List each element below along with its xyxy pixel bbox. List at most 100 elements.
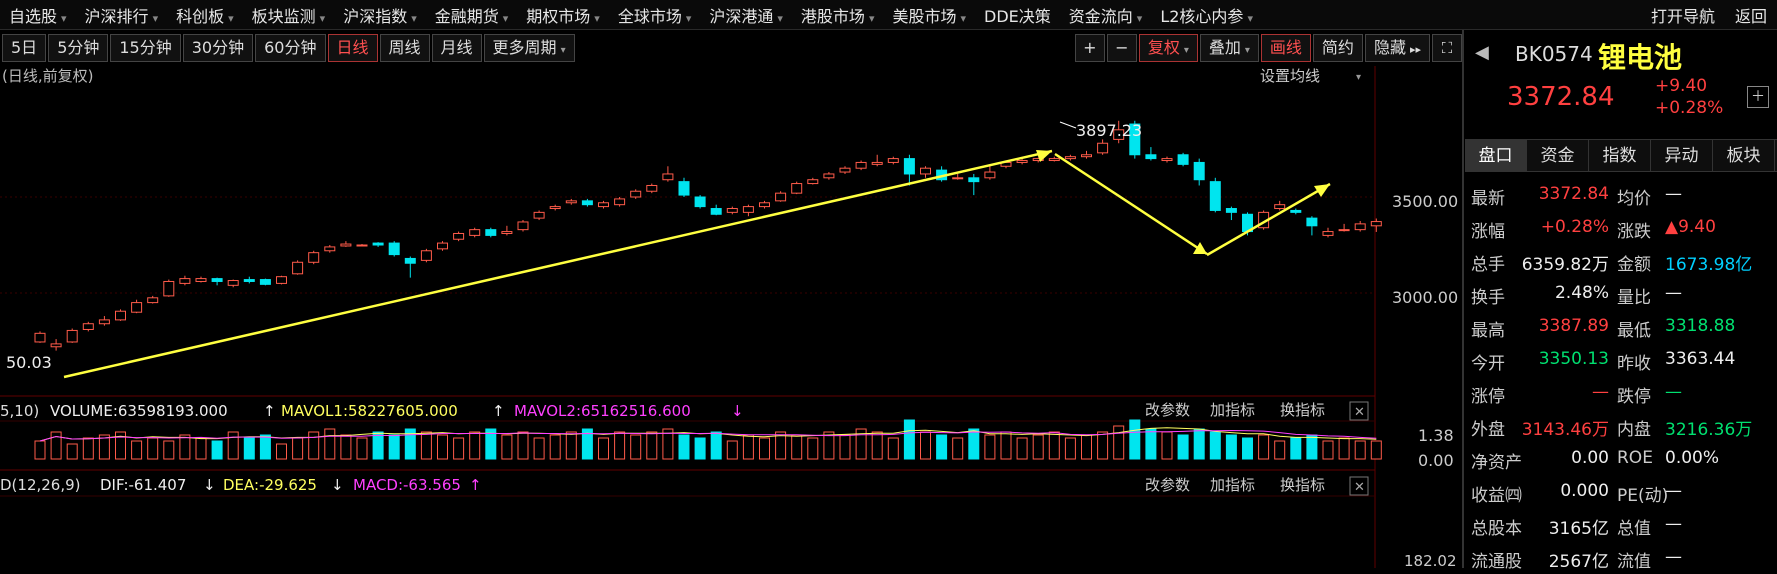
set-ma-button[interactable]: 设置均线 (1260, 67, 1320, 85)
prev-stock-button[interactable]: ◀ (1475, 42, 1489, 63)
menu-item[interactable]: 自选股 ▾ (0, 3, 76, 27)
toolbar-right: + − 复权 ▾ 叠加 ▾ 画线 简约 隐藏 ▸▸ ⛶ (1073, 32, 1462, 64)
quote-label: 最高 (1471, 321, 1505, 341)
kline-chart-area[interactable]: (日线,前复权) 设置均线 ▾ 3500.00 3000.00 3897.23 … (0, 66, 1462, 570)
candle-body (968, 177, 980, 183)
quote-row: 涨幅 +0.28% 涨跌 ▲9.40 (1465, 211, 1777, 244)
candle-body (147, 297, 159, 304)
volume-bar (1113, 425, 1125, 460)
arrow-up-icon: ↑ (469, 476, 482, 494)
period-label: 日线 (336, 38, 369, 57)
volume-bar (308, 431, 320, 460)
fullscreen-icon[interactable]: ⛶ (1432, 34, 1462, 62)
draw-line-button[interactable]: 画线 (1260, 34, 1311, 62)
chevron-down-icon: ▾ (1247, 11, 1253, 25)
menu-item[interactable]: 科创板 ▾ (167, 3, 243, 27)
quote-tab[interactable]: 指数 (1589, 140, 1651, 171)
candle-body (984, 171, 996, 179)
candle-body (533, 211, 545, 219)
period-button[interactable]: 60分钟 (255, 34, 326, 62)
menu-item[interactable]: 期权市场 ▾ (517, 3, 609, 27)
vol-change-params-button[interactable]: 改参数 (1145, 401, 1190, 419)
volume-bar (324, 428, 336, 460)
menu-item-label: 沪深指数 (343, 6, 408, 26)
restore-right-dropdown[interactable]: 复权 ▾ (1138, 34, 1198, 62)
candle-body (662, 173, 674, 181)
back-button[interactable]: 返回 (1725, 3, 1777, 27)
candle-body (678, 181, 690, 196)
dea-value: DEA:-29.625 (223, 476, 317, 494)
candle-body (549, 206, 561, 210)
volume-bar (1225, 434, 1237, 460)
vol-add-indicator-button[interactable]: 加指标 (1210, 401, 1255, 419)
candle-body (1064, 156, 1076, 160)
menu-item[interactable]: DDE决策 (975, 3, 1060, 27)
add-watchlist-button[interactable]: ＋ (1747, 86, 1769, 108)
volume-bar (163, 440, 175, 460)
volume-bar (501, 434, 513, 460)
menu-item[interactable]: 全球市场 ▾ (609, 3, 701, 27)
menu-item[interactable]: L2核心内参 ▾ (1151, 3, 1262, 27)
zoom-in-button[interactable]: + (1074, 34, 1105, 62)
quote-row: 净资产 0.00 ROE 0.00% (1465, 442, 1777, 475)
hide-panel-button[interactable]: 隐藏 ▸▸ (1364, 34, 1430, 62)
period-button[interactable]: 日线 (327, 34, 378, 62)
menu-item-label: 自选股 (9, 6, 58, 26)
candle-body (694, 196, 706, 208)
quote-value: 0.00 (1571, 448, 1609, 468)
period-button[interactable]: 30分钟 (182, 34, 254, 62)
candle-body (614, 198, 626, 206)
quote-tab[interactable]: 板块 (1713, 140, 1775, 171)
candle-body (195, 278, 207, 282)
candle-body (1097, 142, 1109, 154)
period-label: 5日 (11, 38, 38, 57)
chevron-down-icon: ▾ (685, 11, 692, 25)
period-button[interactable]: 5日 (2, 34, 47, 62)
volume-bar (984, 434, 996, 460)
volume-bar (839, 434, 851, 460)
macd-change-params-button[interactable]: 改参数 (1145, 476, 1190, 494)
menu-item[interactable]: 沪深排行 ▾ (76, 3, 168, 27)
volume-bar (791, 434, 803, 460)
period-button[interactable]: 5分钟 (48, 34, 109, 62)
menu-item[interactable]: 美股市场 ▾ (883, 3, 975, 27)
menu-item-label: 科创板 (176, 6, 225, 26)
menu-item[interactable]: 港股市场 ▾ (792, 3, 884, 27)
quote-label: 内盘 (1617, 420, 1651, 440)
macd-switch-indicator-button[interactable]: 换指标 (1280, 476, 1325, 494)
quote-value: 0.00% (1665, 448, 1720, 468)
simple-mode-button[interactable]: 简约 (1312, 34, 1363, 62)
period-button[interactable]: 更多周期 ▾ (483, 34, 575, 62)
zoom-out-button[interactable]: − (1106, 34, 1137, 62)
menu-item[interactable]: 板块监测 ▾ (243, 3, 335, 27)
quote-tab[interactable]: 异动 (1651, 140, 1713, 171)
overlay-dropdown[interactable]: 叠加 ▾ (1199, 34, 1259, 62)
period-button[interactable]: 月线 (431, 34, 482, 62)
volume-bar (565, 431, 577, 460)
quote-tab[interactable]: 盘口 (1465, 140, 1527, 171)
candle-body (259, 279, 271, 285)
quote-tab[interactable]: 资金 (1527, 140, 1589, 171)
period-button[interactable]: 周线 (379, 34, 430, 62)
volume-bar (292, 437, 304, 460)
macd-add-indicator-button[interactable]: 加指标 (1210, 476, 1255, 494)
candle-body (1338, 229, 1350, 232)
vol-switch-indicator-button[interactable]: 换指标 (1280, 401, 1325, 419)
candle-body (1145, 154, 1157, 160)
open-nav-button[interactable]: 打开导航 (1641, 3, 1725, 27)
candle-body (1354, 223, 1366, 231)
quote-label: 量比 (1617, 288, 1651, 308)
candle-body (839, 167, 851, 173)
volume-bar (936, 434, 948, 460)
menu-item[interactable]: 资金流向 ▾ (1060, 3, 1152, 27)
volume-bar (243, 437, 255, 460)
menu-item[interactable]: 沪深港通 ▾ (700, 3, 792, 27)
quote-row: 总股本 3165亿 总值 — (1465, 508, 1777, 541)
menu-item[interactable]: 金融期货 ▾ (426, 3, 518, 27)
quote-value: 3372.84 (1538, 184, 1609, 204)
candle-body (1306, 217, 1318, 227)
menu-item[interactable]: 沪深指数 ▾ (334, 3, 426, 27)
period-button[interactable]: 15分钟 (110, 34, 181, 62)
quote-value: 0.000 (1560, 481, 1609, 501)
quote-value: 2.48% (1554, 283, 1609, 303)
